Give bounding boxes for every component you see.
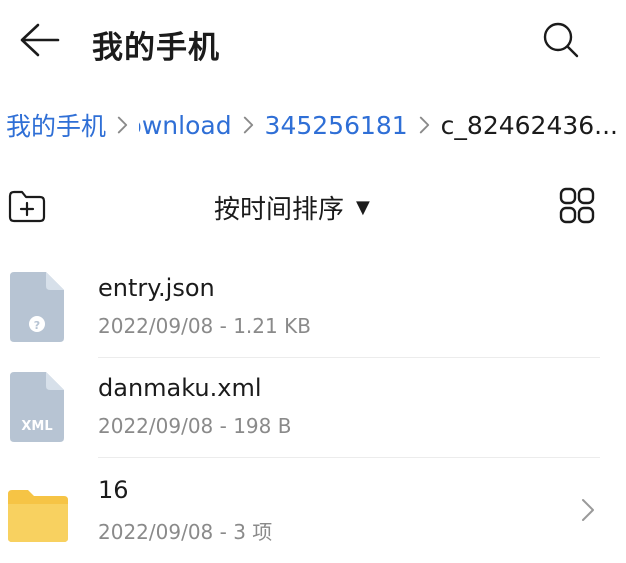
divider <box>98 457 600 458</box>
unknown-file-icon: ? <box>10 272 64 342</box>
file-meta: 2022/09/08 - 198 B <box>98 414 292 438</box>
chevron-right-icon <box>117 116 128 134</box>
file-name: entry.json <box>98 274 215 302</box>
arrow-left-icon <box>20 23 60 57</box>
new-folder-button[interactable] <box>6 186 48 226</box>
chevron-right-icon <box>582 499 594 521</box>
breadcrumb-item-current: c_82462436... <box>440 110 618 140</box>
list-item[interactable]: 16 2022/09/08 - 3 项 <box>0 460 626 560</box>
breadcrumb-item-root[interactable]: 我的手机 <box>6 108 106 142</box>
file-meta: 2022/09/08 - 3 项 <box>98 520 273 544</box>
svg-text:?: ? <box>34 319 40 332</box>
search-icon <box>543 22 579 58</box>
svg-text:XML: XML <box>21 419 52 434</box>
sort-dropdown[interactable]: 按时间排序 ▼ <box>214 188 370 226</box>
chevron-right-icon <box>419 116 429 134</box>
xml-file-icon: XML <box>10 372 64 442</box>
list-item[interactable]: ? entry.json 2022/09/08 - 1.21 KB <box>0 258 626 358</box>
grid-view-button[interactable] <box>558 186 596 226</box>
file-meta: 2022/09/08 - 1.21 KB <box>98 314 311 338</box>
file-name: danmaku.xml <box>98 374 262 402</box>
search-button[interactable] <box>538 18 584 62</box>
page-title: 我的手机 <box>92 30 220 66</box>
list-item[interactable]: XML danmaku.xml 2022/09/08 - 198 B <box>0 358 626 458</box>
breadcrumb: 我的手机 Download 345256181 c_82462436... <box>6 108 618 142</box>
sort-label: 按时间排序 <box>214 194 345 225</box>
chevron-right-icon <box>243 116 253 134</box>
folder-icon <box>8 490 68 542</box>
breadcrumb-item-download[interactable]: Download <box>139 111 232 140</box>
back-button[interactable] <box>16 18 66 62</box>
new-folder-icon <box>8 190 46 223</box>
grid-view-icon <box>559 187 595 224</box>
file-name: 16 <box>98 476 129 504</box>
breadcrumb-item-folder[interactable]: 345256181 <box>265 111 408 140</box>
caret-down-icon: ▼ <box>356 196 370 218</box>
